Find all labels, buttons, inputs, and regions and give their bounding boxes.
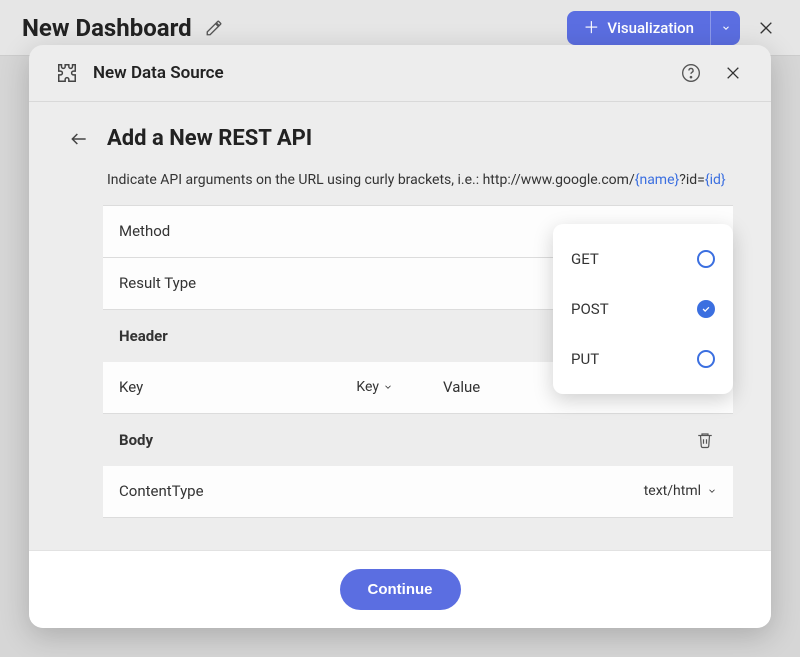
delete-body-icon[interactable] [693,428,717,452]
body-section-row: Body [103,414,733,466]
method-popover: GET POST PUT [553,224,733,394]
visualization-button[interactable]: ＋ Visualization [567,11,740,45]
topbar-left: New Dashboard [22,14,226,42]
visualization-button-main[interactable]: ＋ Visualization [567,11,710,45]
section-title: Add a New REST API [107,126,312,151]
radio-off-icon [697,350,715,368]
data-source-modal: New Data Source Add a New REST API Indic… [29,45,771,628]
edit-title-icon[interactable] [202,16,226,40]
method-option-put[interactable]: PUT [553,334,733,384]
continue-button[interactable]: Continue [340,569,461,610]
header-key-cell[interactable]: Key Key [119,378,423,396]
method-option-post[interactable]: POST [553,284,733,334]
header-value-label: Value [443,378,480,396]
close-modal-icon[interactable] [721,61,745,85]
content-type-row[interactable]: ContentType text/html [103,466,733,518]
result-type-label: Result Type [119,274,196,292]
method-option-label: POST [571,300,609,318]
topbar-right: ＋ Visualization [567,11,778,45]
modal-footer: Continue [29,550,771,628]
body-section-label: Body [119,431,153,449]
hint-param2: {id} [705,172,726,188]
hint-prefix: Indicate API arguments on the URL using … [107,172,635,188]
modal-body: Add a New REST API Indicate API argument… [29,102,771,550]
header-section-label: Header [119,327,168,345]
method-option-label: PUT [571,350,599,368]
visualization-button-label: Visualization [607,19,694,37]
hint-text: Indicate API arguments on the URL using … [103,171,733,206]
modal-header-title: New Data Source [93,63,224,83]
modal-header-left: New Data Source [55,61,224,85]
visualization-button-dropdown[interactable] [710,11,740,45]
back-arrow-icon[interactable] [67,127,91,151]
hint-param1: {name} [635,172,680,188]
radio-on-icon [697,300,715,318]
close-page-icon[interactable] [754,16,778,40]
modal-header: New Data Source [29,45,771,102]
puzzle-icon [55,61,79,85]
header-key-label: Key [119,378,143,396]
header-key-select[interactable]: Key [356,379,393,395]
method-option-get[interactable]: GET [553,234,733,284]
method-option-label: GET [571,250,599,268]
method-label: Method [119,222,170,240]
modal-header-right [679,61,745,85]
section-title-row: Add a New REST API [67,126,733,151]
plus-icon: ＋ [583,20,599,36]
content-type-value: text/html [644,483,717,499]
radio-off-icon [697,250,715,268]
content-type-label: ContentType [119,482,204,500]
help-icon[interactable] [679,61,703,85]
hint-mid: ?id= [679,172,705,188]
dashboard-title: New Dashboard [22,14,192,42]
